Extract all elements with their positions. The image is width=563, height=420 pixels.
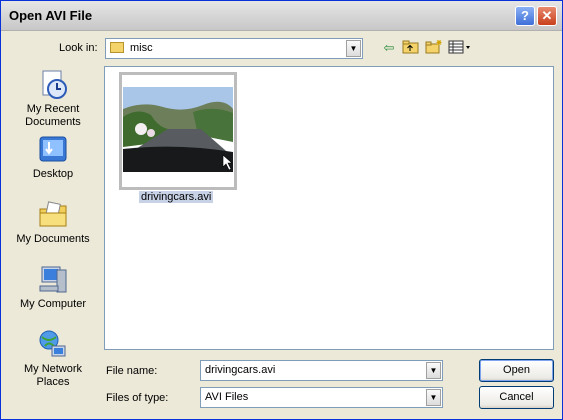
file-name-input[interactable]: drivingcars.avi ▼ xyxy=(200,360,443,381)
my-computer-icon xyxy=(37,264,69,296)
place-label: Desktop xyxy=(32,168,74,180)
view-menu-icon[interactable] xyxy=(448,39,472,57)
chevron-down-icon[interactable]: ▼ xyxy=(426,389,441,406)
place-network-places[interactable]: My Network Places xyxy=(9,329,97,389)
place-label: My Documents xyxy=(16,233,90,245)
chevron-down-icon[interactable]: ▼ xyxy=(426,362,441,379)
up-folder-icon[interactable] xyxy=(401,39,421,57)
file-name-label: drivingcars.avi xyxy=(139,191,214,203)
file-type-dropdown[interactable]: AVI Files ▼ xyxy=(200,387,443,408)
file-type-value: AVI Files xyxy=(205,391,249,403)
place-label: My Computer xyxy=(19,298,87,310)
folder-icon xyxy=(110,42,124,53)
cancel-button[interactable]: Cancel xyxy=(479,386,554,409)
chevron-down-icon[interactable]: ▼ xyxy=(346,40,361,57)
file-type-label: Files of type: xyxy=(106,392,169,404)
look-in-dropdown[interactable]: misc ▼ xyxy=(105,38,363,59)
video-thumbnail-image xyxy=(123,87,233,172)
place-recent-documents[interactable]: My Recent Documents xyxy=(9,69,97,129)
look-in-value: misc xyxy=(130,42,153,54)
place-label: My Network Places xyxy=(23,363,83,388)
place-my-computer[interactable]: My Computer xyxy=(9,264,97,311)
place-my-documents[interactable]: My Documents xyxy=(9,199,97,246)
close-button[interactable]: ✕ xyxy=(537,6,557,26)
title-bar[interactable]: Open AVI File ? ✕ xyxy=(1,1,562,31)
desktop-icon xyxy=(37,134,69,166)
place-desktop[interactable]: Desktop xyxy=(9,134,97,181)
my-documents-icon xyxy=(37,199,69,231)
open-avi-dialog: Open AVI File ? ✕ Look in: misc ▼ ⇦ My R… xyxy=(0,0,563,420)
open-button[interactable]: Open xyxy=(479,359,554,382)
file-thumbnail[interactable] xyxy=(119,72,237,190)
help-button[interactable]: ? xyxy=(515,6,535,26)
new-folder-icon[interactable] xyxy=(424,39,444,57)
file-name-value: drivingcars.avi xyxy=(205,364,276,376)
back-icon[interactable]: ⇦ xyxy=(379,39,399,57)
file-name-label: File name: xyxy=(106,365,158,377)
network-places-icon xyxy=(37,329,69,361)
recent-documents-icon xyxy=(37,69,69,101)
place-label: My Recent Documents xyxy=(25,103,81,128)
file-list[interactable]: drivingcars.avi xyxy=(104,66,554,350)
window-title: Open AVI File xyxy=(9,8,93,23)
places-bar: My Recent Documents Desktop My Documents… xyxy=(9,66,97,406)
look-in-label: Look in: xyxy=(59,42,98,54)
